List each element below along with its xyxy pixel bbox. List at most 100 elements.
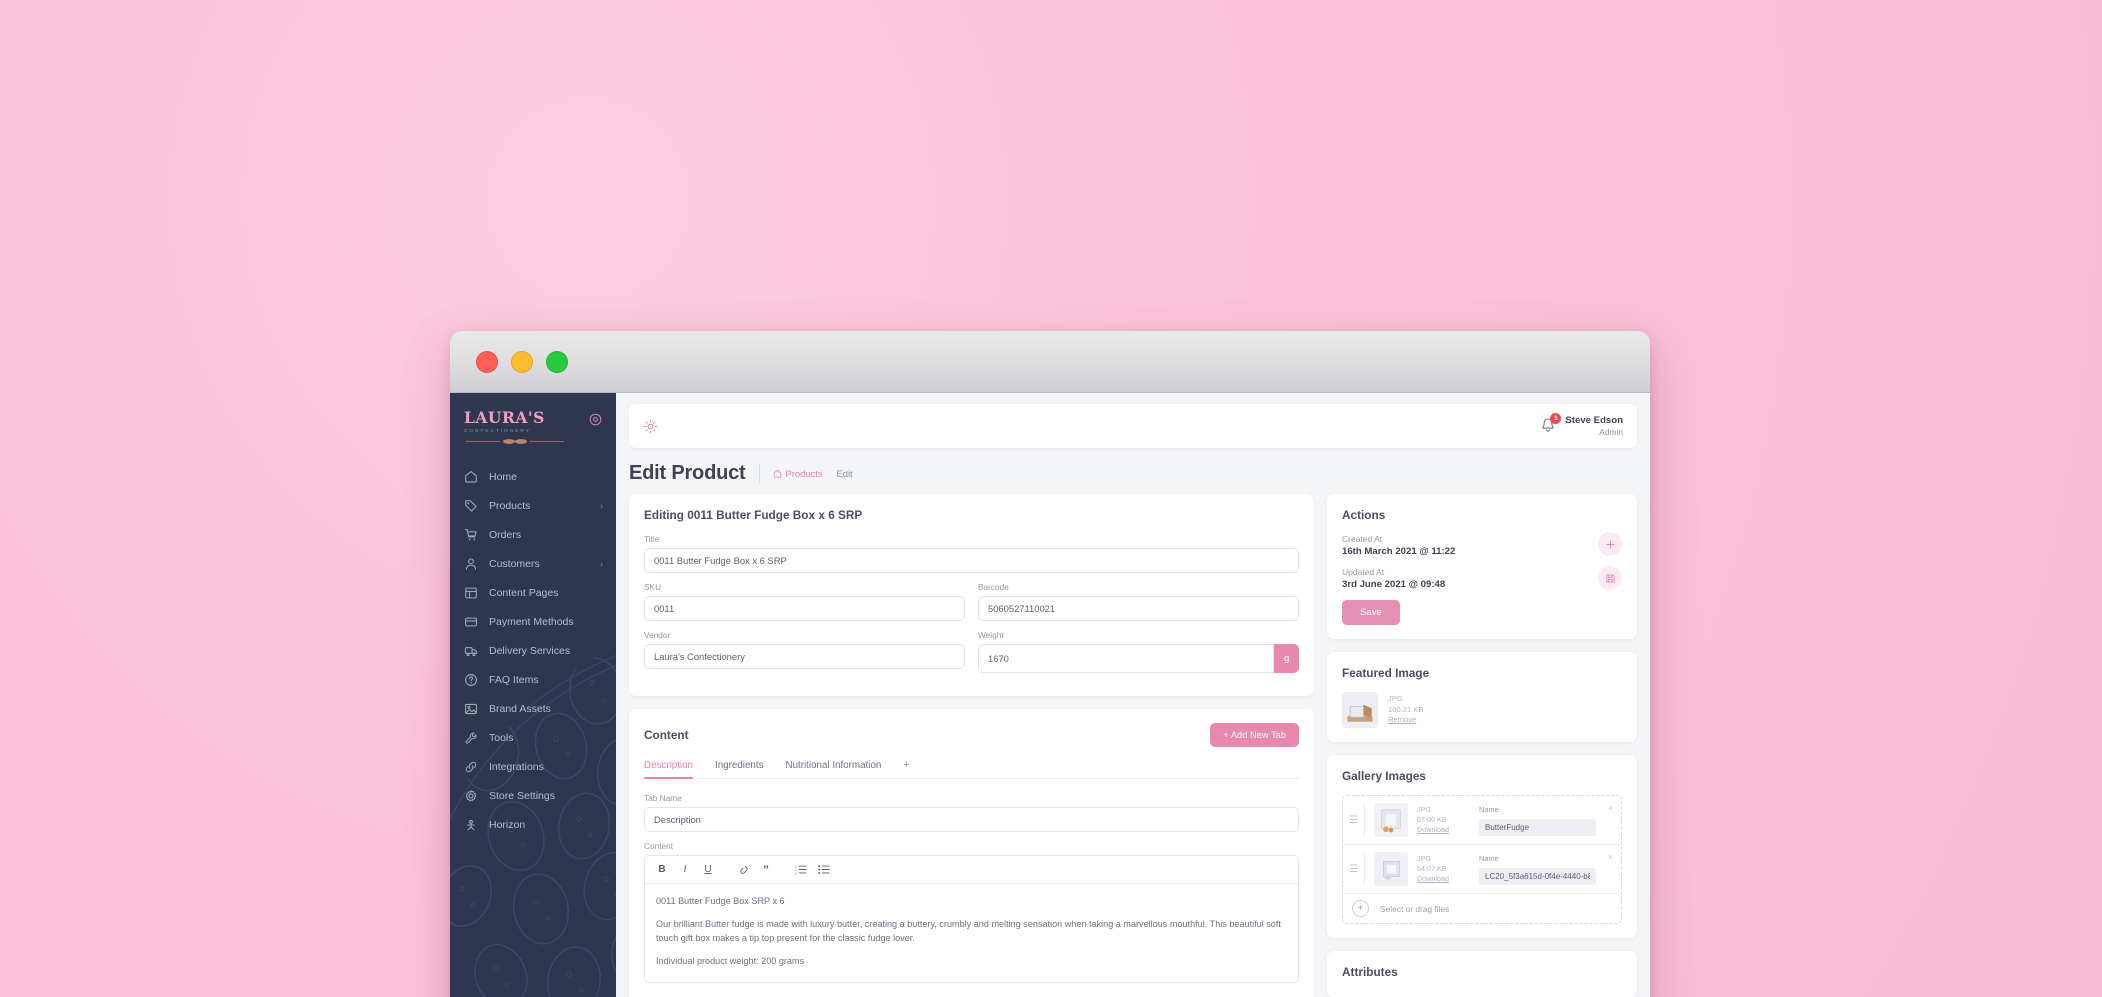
- barcode-input[interactable]: [978, 596, 1299, 621]
- weight-field-group: Weight g: [978, 630, 1299, 673]
- sidebar-item-store-settings[interactable]: Store Settings: [450, 781, 616, 810]
- user-menu[interactable]: Steve Edson Admin: [1565, 415, 1623, 437]
- sidebar-item-delivery-services[interactable]: Delivery Services: [450, 636, 616, 665]
- gallery-thumbnail[interactable]: [1374, 803, 1408, 837]
- updated-at-value: 3rd June 2021 @ 09:48: [1342, 579, 1446, 590]
- weight-unit-button[interactable]: g: [1274, 644, 1299, 673]
- brand-block[interactable]: LAURA'S CONFECTIONERY: [450, 393, 616, 453]
- main-area: 1 Steve Edson Admin Edit Product Product…: [616, 393, 1650, 997]
- window-titlebar: [450, 331, 1650, 393]
- sidebar-item-products[interactable]: Products ›: [450, 491, 616, 520]
- add-new-tab-button[interactable]: + Add New Tab: [1210, 723, 1299, 747]
- gallery-name-input[interactable]: [1479, 818, 1596, 836]
- breadcrumb-divider: [758, 464, 760, 483]
- sidebar-item-label: Content Pages: [489, 586, 559, 599]
- window-maximize-button[interactable]: [546, 350, 568, 373]
- tab-description[interactable]: Description: [644, 760, 694, 779]
- actions-round-buttons: [1598, 532, 1622, 590]
- sidebar-item-brand-assets[interactable]: Brand Assets: [450, 694, 616, 723]
- sidebar-item-orders[interactable]: Orders: [450, 520, 616, 549]
- content-editor-group: Content B I U ” 1 2 3 0011 Butter Fudge …: [644, 841, 1299, 984]
- notifications-button[interactable]: 1: [1540, 413, 1562, 434]
- tab-nutritional-information[interactable]: Nutritional Information: [786, 760, 882, 778]
- vendor-input[interactable]: [644, 644, 965, 669]
- gallery-dropzone[interactable]: + Select or drag files: [1343, 894, 1621, 923]
- sidebar-item-tools[interactable]: Tools: [450, 723, 616, 752]
- drag-handle-icon[interactable]: ☰: [1343, 803, 1365, 837]
- window-close-button[interactable]: [476, 350, 498, 373]
- add-button[interactable]: [1598, 532, 1622, 556]
- weight-input[interactable]: [978, 644, 1275, 673]
- sidebar-item-payment-methods[interactable]: Payment Methods: [450, 607, 616, 636]
- gallery-name-group: Name: [1479, 805, 1612, 836]
- sidebar-item-label: Integrations: [489, 760, 544, 773]
- tab-add-button[interactable]: +: [903, 759, 909, 778]
- content-card-header: Content + Add New Tab: [644, 723, 1299, 747]
- window-minimize-button[interactable]: [511, 350, 533, 373]
- content-card-title: Content: [644, 728, 689, 742]
- remove-icon[interactable]: ×: [1608, 853, 1613, 862]
- featured-image-meta: JPG 100.21 KB Remove: [1388, 694, 1423, 726]
- updated-at-row: Updated At 3rd June 2021 @ 09:48: [1342, 567, 1622, 590]
- gear-icon: [465, 789, 477, 801]
- featured-image-card: Featured Image JPG 100.21 KB Remove: [1327, 652, 1637, 742]
- attributes-card-title: Attributes: [1342, 965, 1398, 979]
- sidebar-item-faq-items[interactable]: FAQ Items: [450, 665, 616, 694]
- featured-image-remove-link[interactable]: Remove: [1388, 715, 1423, 726]
- credit-card-icon: [465, 617, 477, 626]
- breadcrumb-products[interactable]: Products: [773, 468, 823, 479]
- add-file-button[interactable]: +: [1352, 900, 1369, 917]
- save-button[interactable]: Save: [1342, 600, 1400, 625]
- vendor-field-group: Vendor: [644, 630, 965, 673]
- svg-text:3: 3: [795, 871, 797, 875]
- weight-label: Weight: [978, 630, 1004, 640]
- sidebar-item-label: Home: [489, 470, 518, 483]
- sidebar-item-label: Customers: [489, 557, 540, 570]
- sku-input[interactable]: [644, 596, 965, 621]
- sku-barcode-row: SKU Barcode: [644, 582, 1299, 630]
- vendor-label: Vendor: [644, 630, 671, 640]
- gallery-name-input[interactable]: [1479, 867, 1596, 885]
- content-tabs: Description Ingredients Nutritional Inform…: [644, 759, 1299, 779]
- actions-card: Actions Created At 16th March 2021 @ 11:…: [1327, 494, 1637, 639]
- link-icon[interactable]: [734, 861, 752, 878]
- editor-content[interactable]: 0011 Butter Fudge Box SRP x 6 Our brillia…: [645, 884, 1298, 982]
- gallery-download-link[interactable]: Download: [1417, 874, 1479, 884]
- remove-icon[interactable]: ×: [1608, 804, 1613, 813]
- floppy-disk-icon[interactable]: [1598, 566, 1622, 590]
- brand-name: LAURA'S: [464, 408, 545, 427]
- italic-icon[interactable]: I: [676, 861, 694, 878]
- gallery-images-card: Gallery Images ☰JPG67.00 KBDownloadName×…: [1327, 755, 1637, 938]
- user-icon: [465, 558, 477, 570]
- gallery-file-meta: JPG 54.07 KB Download: [1417, 854, 1479, 885]
- sidebar-item-customers[interactable]: Customers ›: [450, 549, 616, 578]
- cart-icon: [464, 528, 477, 540]
- sidebar-item-home[interactable]: Home: [450, 462, 616, 491]
- topbar-right-group: 1 Steve Edson Admin: [1540, 413, 1623, 437]
- gallery-download-link[interactable]: Download: [1417, 825, 1479, 835]
- sun-icon[interactable]: [643, 419, 658, 434]
- gallery-row: ☰ JPG54.07 KBDownloadName×: [1343, 845, 1621, 894]
- gallery-name-group: Name: [1479, 854, 1612, 885]
- gallery-thumbnail[interactable]: [1374, 852, 1408, 886]
- sidebar-item-content-pages[interactable]: Content Pages: [450, 578, 616, 607]
- sidebar-item-horizon[interactable]: Horizon: [450, 810, 616, 839]
- unordered-list-icon[interactable]: [815, 861, 833, 878]
- target-icon[interactable]: [589, 413, 602, 426]
- tab-ingredients[interactable]: Ingredients: [715, 760, 763, 778]
- featured-image-thumbnail[interactable]: [1342, 692, 1378, 728]
- question-circle-icon: [465, 673, 477, 686]
- brand-subtitle: CONFECTIONERY: [464, 427, 532, 433]
- sidebar-item-integrations[interactable]: Integrations: [450, 752, 616, 781]
- bold-icon[interactable]: B: [653, 861, 671, 878]
- drag-handle-icon[interactable]: ☰: [1343, 852, 1365, 886]
- app-window: LAURA'S CONFECTIONERY Home Products › Order: [450, 331, 1650, 997]
- featured-image-size: 100.21 KB: [1388, 704, 1424, 714]
- sidebar-item-label: Horizon: [489, 818, 526, 831]
- tab-name-input[interactable]: [644, 807, 1299, 832]
- quote-icon[interactable]: ”: [757, 861, 775, 878]
- sidebar-item-label: Payment Methods: [489, 615, 574, 628]
- title-input[interactable]: [644, 548, 1299, 573]
- underline-icon[interactable]: U: [699, 861, 717, 878]
- ordered-list-icon[interactable]: 123: [792, 861, 810, 878]
